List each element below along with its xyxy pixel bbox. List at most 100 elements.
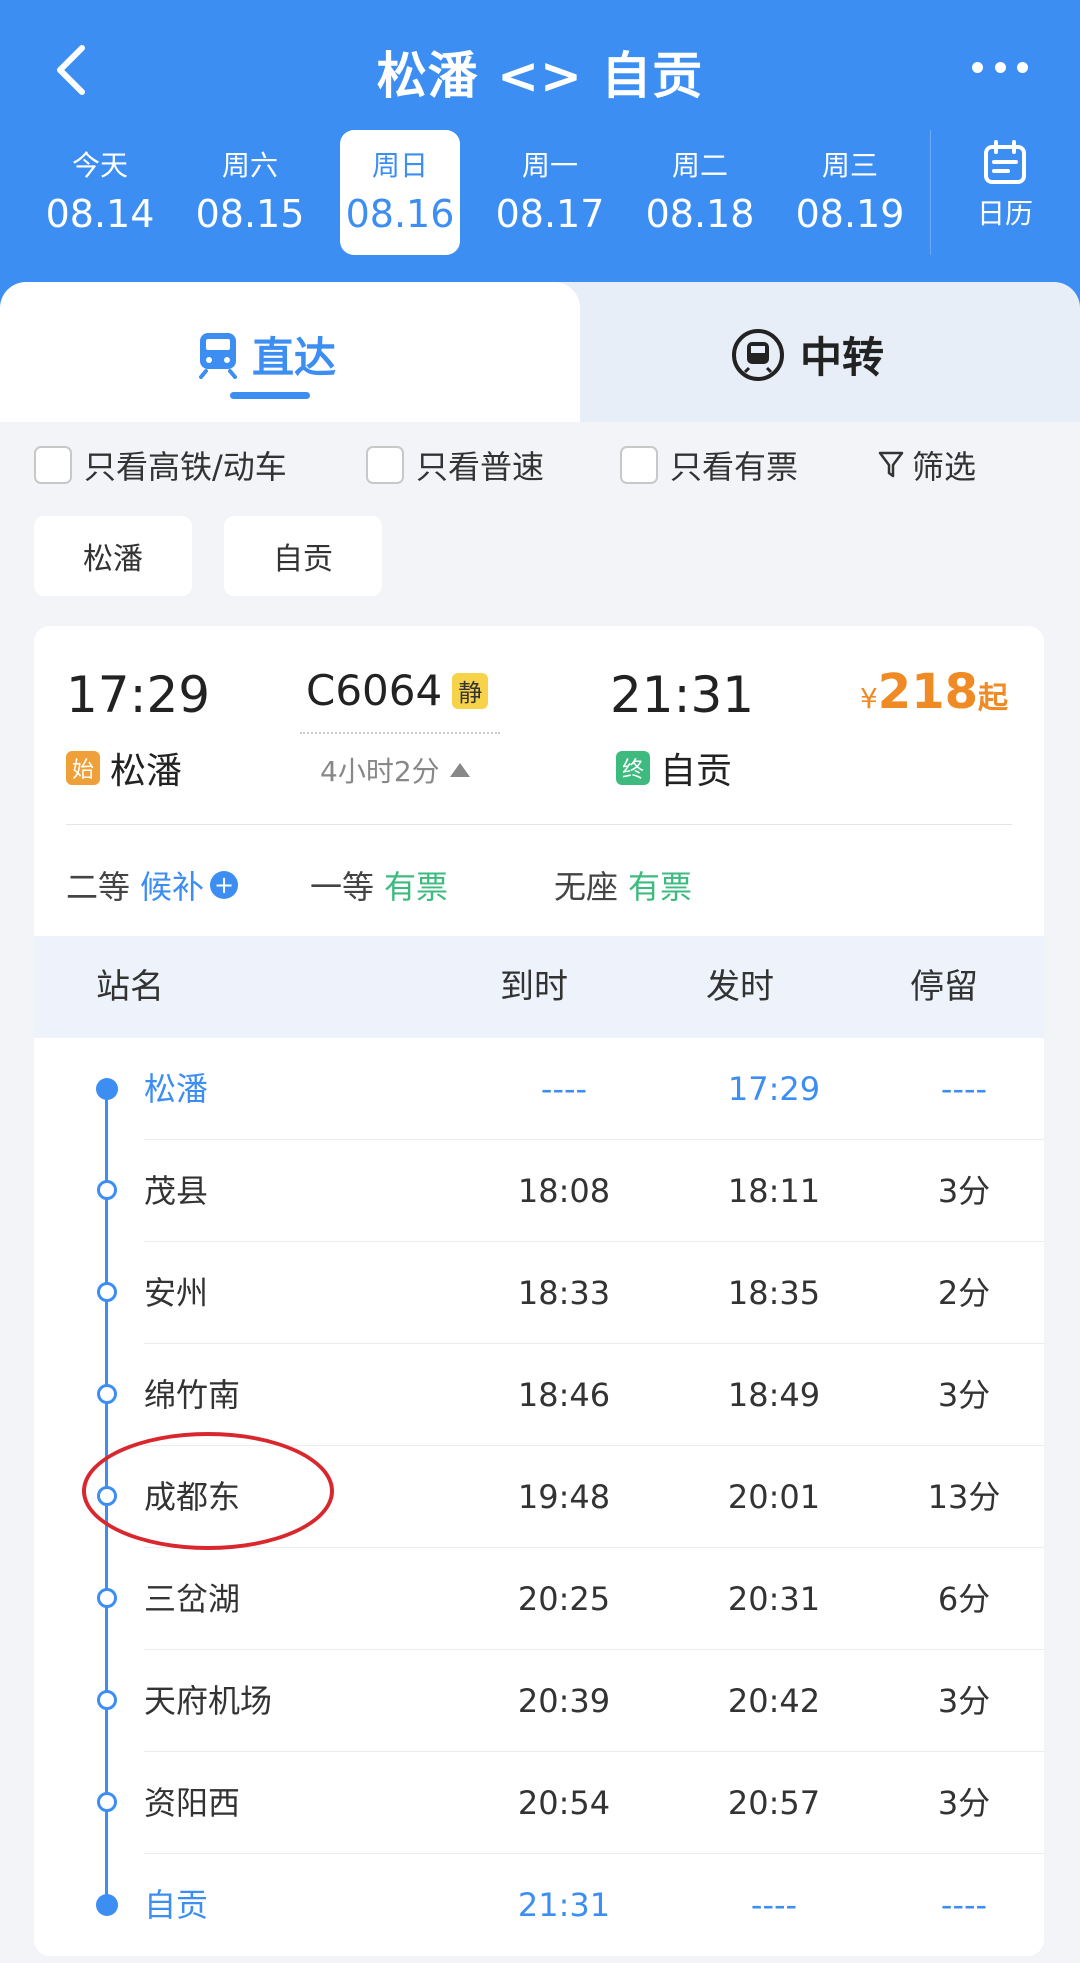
date-item-0819[interactable]: 周三 08.19 — [790, 130, 910, 255]
stop-depart: 18:49 — [727, 1376, 821, 1414]
filter-normal-label: 只看普速 — [416, 448, 545, 486]
seat-second-class[interactable]: 二等 候补 + — [66, 862, 239, 908]
filter-bar: 只看高铁/动车 只看普速 只看有票 筛选 松潘 自贡 — [0, 422, 1080, 622]
stop-stay: 13分 — [927, 1478, 1001, 1516]
stop-depart: 18:35 — [727, 1274, 821, 1312]
calendar-divider — [930, 130, 931, 255]
station-chip-origin[interactable]: 松潘 — [34, 516, 192, 596]
stop-name: 松潘 — [144, 1070, 209, 1108]
stop-name: 资阳西 — [144, 1784, 241, 1822]
stop-name: 成都东 — [144, 1478, 241, 1516]
checkbox-box — [620, 446, 658, 484]
table-row: 松潘 ---- 17:29 ---- — [34, 1038, 1044, 1140]
stop-stay: 6分 — [937, 1580, 991, 1618]
more-dot — [1017, 61, 1028, 73]
stop-dot — [97, 1486, 117, 1506]
date-item-0815[interactable]: 周六 08.15 — [190, 130, 310, 255]
seat-class-label: 无座 — [554, 868, 619, 906]
table-row: 自贡 21:31 ---- ---- — [34, 1854, 1044, 1956]
table-row: 茂县 18:08 18:11 3分 — [34, 1140, 1044, 1242]
stop-depart: 20:57 — [727, 1784, 821, 1822]
stop-dot — [97, 1384, 117, 1404]
seat-status-available: 有票 — [384, 868, 449, 906]
stop-arrive: 18:08 — [517, 1172, 611, 1210]
table-row: 成都东 19:48 20:01 13分 — [34, 1446, 1044, 1548]
date-value: 08.15 — [195, 192, 305, 236]
end-tag: 终 — [616, 751, 650, 785]
seat-standing[interactable]: 无座 有票 — [554, 862, 692, 908]
tab-direct[interactable]: 直达 — [0, 282, 580, 422]
table-row: 天府机场 20:39 20:42 3分 — [34, 1650, 1044, 1752]
date-item-0816-selected[interactable]: 周日 08.16 — [340, 130, 460, 255]
stop-name: 天府机场 — [144, 1682, 273, 1720]
date-item-0817[interactable]: 周一 08.17 — [490, 130, 610, 255]
filter-button[interactable]: 筛选 — [878, 442, 976, 488]
checkbox-box — [34, 446, 72, 484]
seat-status-waitlist: 候补 — [140, 868, 205, 906]
quiet-car-tag: 静 — [452, 672, 489, 709]
stop-stay: 3分 — [937, 1376, 991, 1414]
stop-depart: 20:42 — [727, 1682, 821, 1720]
date-dow: 周三 — [821, 149, 878, 182]
train-card[interactable]: 17:29 始 松潘 C6064 静 4小时2分 21:31 终 自贡 ¥ 21… — [34, 626, 1044, 1956]
seat-first-class[interactable]: 一等 有票 — [310, 862, 448, 908]
stop-stay: 3分 — [937, 1784, 991, 1822]
more-dots-icon — [972, 61, 983, 73]
more-dot — [994, 61, 1006, 73]
stop-stay: 3分 — [937, 1172, 991, 1210]
filter-funnel-icon — [878, 451, 904, 478]
stop-arrive: 18:46 — [517, 1376, 611, 1414]
start-tag: 始 — [66, 751, 100, 785]
stop-name: 三岔湖 — [144, 1580, 241, 1618]
tab-direct-label: 直达 — [252, 333, 337, 382]
filter-available-checkbox[interactable]: 只看有票 — [620, 442, 798, 488]
stop-dot — [97, 1282, 117, 1302]
duration-toggle[interactable]: 4小时2分 — [320, 750, 470, 790]
date-value: 08.19 — [795, 192, 905, 236]
stop-arrive: 18:33 — [517, 1274, 611, 1312]
stop-dot — [97, 1180, 117, 1200]
stop-arrive: 20:39 — [517, 1682, 611, 1720]
header-stay: 停留 — [910, 967, 978, 1007]
seat-status-available: 有票 — [628, 868, 693, 906]
tab-transfer-label: 中转 — [800, 333, 885, 382]
stop-stay: 3分 — [937, 1682, 991, 1720]
more-button[interactable] — [972, 60, 1028, 74]
checkbox-box — [366, 446, 404, 484]
filter-normal-checkbox[interactable]: 只看普速 — [366, 442, 544, 488]
departure-station: 始 松潘 — [66, 742, 182, 794]
table-row: 资阳西 20:54 20:57 3分 — [34, 1752, 1044, 1854]
stop-name: 绵竹南 — [144, 1376, 241, 1414]
stop-arrive: 20:25 — [517, 1580, 611, 1618]
date-item-0818[interactable]: 周二 08.18 — [640, 130, 760, 255]
calendar-label: 日历 — [976, 197, 1033, 230]
filter-high-speed-label: 只看高铁/动车 — [84, 448, 287, 486]
station-chip-destination[interactable]: 自贡 — [224, 516, 382, 596]
arrival-time: 21:31 — [610, 666, 755, 724]
date-dow: 周二 — [671, 149, 728, 182]
stop-depart: 17:29 — [727, 1070, 821, 1108]
filter-high-speed-checkbox[interactable]: 只看高铁/动车 — [34, 442, 287, 488]
stop-arrive: ---- — [540, 1070, 588, 1108]
tab-active-indicator — [230, 392, 310, 399]
train-route-line — [300, 732, 500, 734]
header-station: 站名 — [96, 967, 164, 1007]
tab-bar: 中转 直达 — [0, 282, 1080, 422]
date-item-0814[interactable]: 今天 08.14 — [40, 130, 160, 255]
plus-circle-icon: + — [210, 871, 239, 899]
price-currency: ¥ — [859, 682, 878, 715]
page-title: 松潘 <> 自贡 — [376, 47, 704, 105]
train-number-label: C6064 — [306, 666, 443, 715]
header-arrive: 到时 — [500, 967, 568, 1007]
stop-stay: ---- — [940, 1070, 988, 1108]
calendar-button[interactable]: 日历 — [960, 140, 1050, 250]
seat-class-label: 二等 — [66, 868, 131, 906]
transfer-icon — [732, 328, 784, 381]
stop-depart: ---- — [750, 1886, 798, 1924]
stop-arrive: 19:48 — [517, 1478, 611, 1516]
stop-dot — [96, 1078, 118, 1100]
stop-name: 安州 — [144, 1274, 209, 1312]
arrival-station: 终 自贡 — [616, 742, 732, 794]
arrival-station-name: 自贡 — [660, 751, 733, 792]
tab-transfer[interactable]: 中转 — [540, 282, 1080, 422]
